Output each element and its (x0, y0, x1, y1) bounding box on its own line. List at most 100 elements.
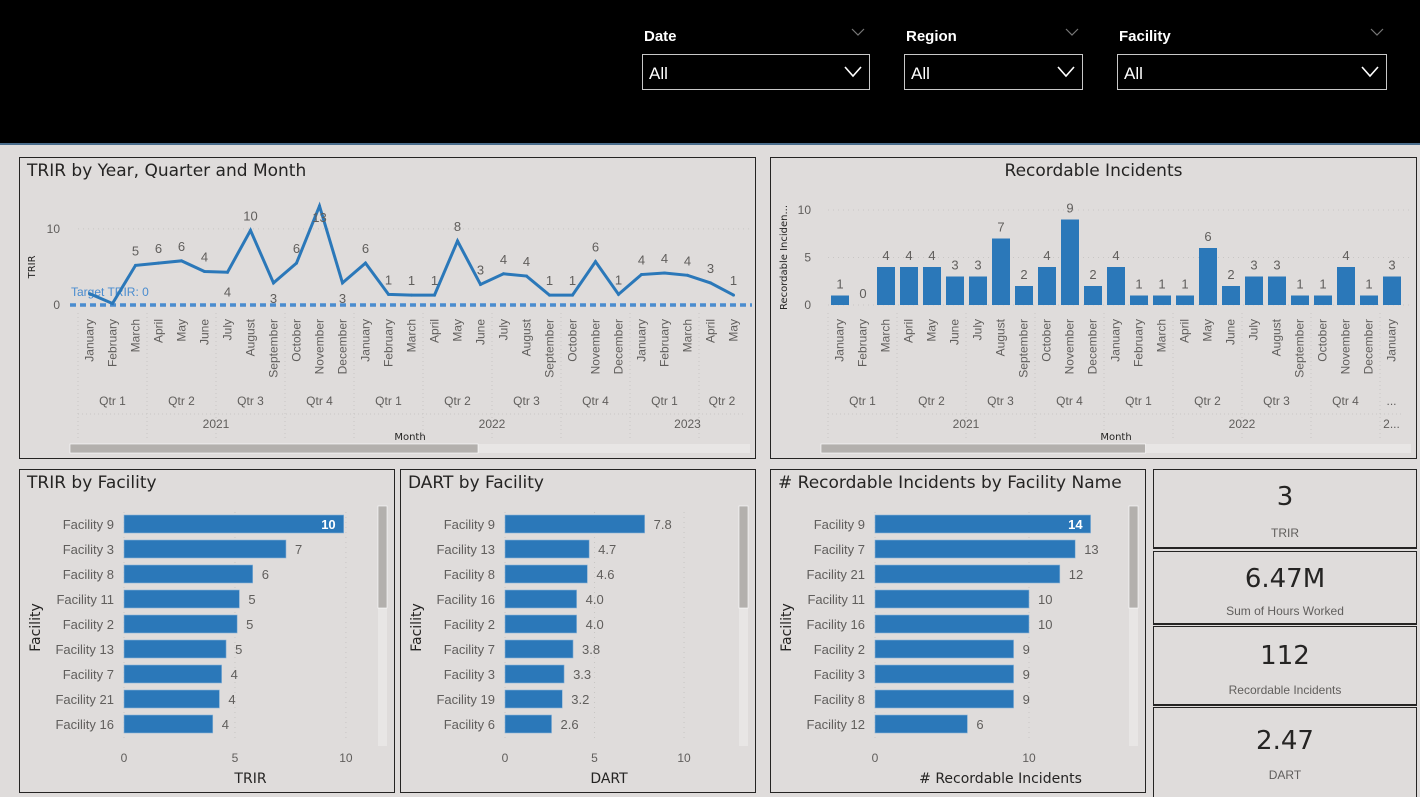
kpi-card-hours-worked: 6.47M Sum of Hours Worked (1153, 551, 1417, 625)
data-label: 4 (882, 248, 889, 263)
facility-bar[interactable] (504, 614, 577, 634)
column-bar[interactable] (1245, 276, 1263, 306)
facility-bar[interactable] (504, 664, 565, 684)
facility-bar[interactable] (123, 664, 222, 684)
data-label: 6 (262, 567, 269, 582)
chevron-down-icon[interactable] (1064, 26, 1080, 38)
y-category-label: Facility 2 (814, 642, 865, 657)
y-category-label: Facility 21 (55, 692, 114, 707)
data-label: 7 (295, 542, 302, 557)
date-dropdown[interactable]: All (642, 54, 870, 90)
y-category-label: Facility 16 (436, 592, 495, 607)
data-point (617, 292, 620, 296)
region-slicer-title: Region (906, 28, 957, 45)
region-dropdown[interactable]: All (904, 54, 1083, 90)
column-bar[interactable] (1176, 295, 1194, 306)
quarter-label: Qtr 3 (237, 394, 264, 408)
facility-bar[interactable] (123, 539, 287, 559)
column-bar[interactable] (1337, 267, 1355, 305)
facility-dropdown-value: All (1124, 64, 1143, 83)
facility-bar[interactable] (123, 614, 238, 634)
column-bar[interactable] (831, 295, 849, 306)
facility-bar[interactable] (874, 664, 1014, 684)
data-point (318, 204, 321, 208)
column-bar[interactable] (1222, 286, 1240, 305)
x-tick-label: September (267, 319, 281, 378)
facility-bar[interactable] (874, 689, 1014, 709)
x-tick-label: December (336, 319, 350, 374)
y-category-label: Facility 12 (806, 717, 865, 732)
data-point (157, 261, 160, 265)
column-bar[interactable] (923, 267, 941, 305)
quarter-label: Qtr 1 (99, 394, 126, 408)
x-tick-label: October (1316, 319, 1330, 362)
column-bar[interactable] (1291, 295, 1309, 306)
facility-bar[interactable] (123, 514, 344, 534)
column-bar[interactable] (992, 238, 1010, 306)
column-bar[interactable] (1153, 295, 1171, 306)
column-bar[interactable] (1383, 276, 1401, 306)
facility-bar[interactable] (504, 539, 590, 559)
facility-bar[interactable] (504, 589, 577, 609)
facility-bar[interactable] (123, 714, 214, 734)
column-bar[interactable] (1038, 267, 1056, 305)
incidents-trend-panel: Recordable Incidents 0 5 10 Recordable Inci… (770, 157, 1417, 459)
data-label: 4 (638, 253, 645, 268)
data-label: 5 (235, 642, 242, 657)
column-bar[interactable] (1360, 295, 1378, 306)
column-bar[interactable] (1107, 267, 1125, 305)
data-label: 2.6 (561, 717, 579, 732)
facility-bar[interactable] (874, 614, 1030, 634)
x-tick-label: March (879, 319, 893, 352)
vertical-scrollbar-thumb[interactable] (377, 505, 388, 609)
data-label: 4 (231, 667, 238, 682)
year-label: 2021 (203, 417, 230, 431)
x-axis-title: DART (590, 771, 628, 787)
chevron-down-icon[interactable] (1369, 26, 1385, 38)
facility-bar[interactable] (874, 639, 1014, 659)
column-bar[interactable] (877, 267, 895, 305)
column-bar[interactable] (1015, 286, 1033, 305)
kpi-card-dart: 2.47 DART (1153, 707, 1417, 797)
data-point (272, 281, 275, 285)
facility-bar[interactable] (504, 689, 563, 709)
facility-bar[interactable] (874, 564, 1061, 584)
facility-bar[interactable] (504, 514, 645, 534)
data-point (456, 239, 459, 243)
facility-bar[interactable] (504, 639, 574, 659)
facility-bar[interactable] (874, 539, 1076, 559)
column-bar[interactable] (1130, 295, 1148, 306)
facility-bar[interactable] (123, 589, 240, 609)
horizontal-scrollbar-thumb[interactable] (69, 443, 479, 454)
facility-bar[interactable] (874, 514, 1091, 534)
facility-bar[interactable] (123, 639, 227, 659)
facility-dropdown[interactable]: All (1117, 54, 1387, 90)
facility-bar[interactable] (504, 564, 588, 584)
column-bar[interactable] (900, 267, 918, 305)
facility-bar[interactable] (874, 589, 1030, 609)
y-tick-label: 10 (47, 222, 61, 236)
vertical-scrollbar-thumb[interactable] (738, 505, 749, 609)
x-tick-label: 5 (591, 751, 598, 765)
vertical-scrollbar-thumb[interactable] (1128, 505, 1139, 609)
x-tick-label: May (451, 319, 465, 342)
facility-bar[interactable] (123, 689, 220, 709)
facility-bar[interactable] (504, 714, 552, 734)
column-bar[interactable] (1084, 286, 1102, 305)
column-bar[interactable] (1199, 248, 1217, 305)
data-label: 4 (905, 248, 912, 263)
data-label: 10 (1038, 592, 1052, 607)
x-tick-label: November (589, 319, 603, 374)
column-bar[interactable] (1061, 219, 1079, 306)
column-bar[interactable] (1314, 295, 1332, 306)
facility-bar[interactable] (874, 714, 968, 734)
column-bar[interactable] (969, 276, 987, 306)
data-label: 3 (1388, 258, 1395, 273)
column-bar[interactable] (946, 276, 964, 306)
horizontal-scrollbar-thumb[interactable] (820, 443, 1146, 454)
chevron-down-icon[interactable] (850, 26, 866, 38)
facility-bar[interactable] (123, 564, 254, 584)
data-label: 4.0 (586, 592, 604, 607)
x-tick-label: May (1201, 319, 1215, 342)
column-bar[interactable] (1268, 276, 1286, 306)
